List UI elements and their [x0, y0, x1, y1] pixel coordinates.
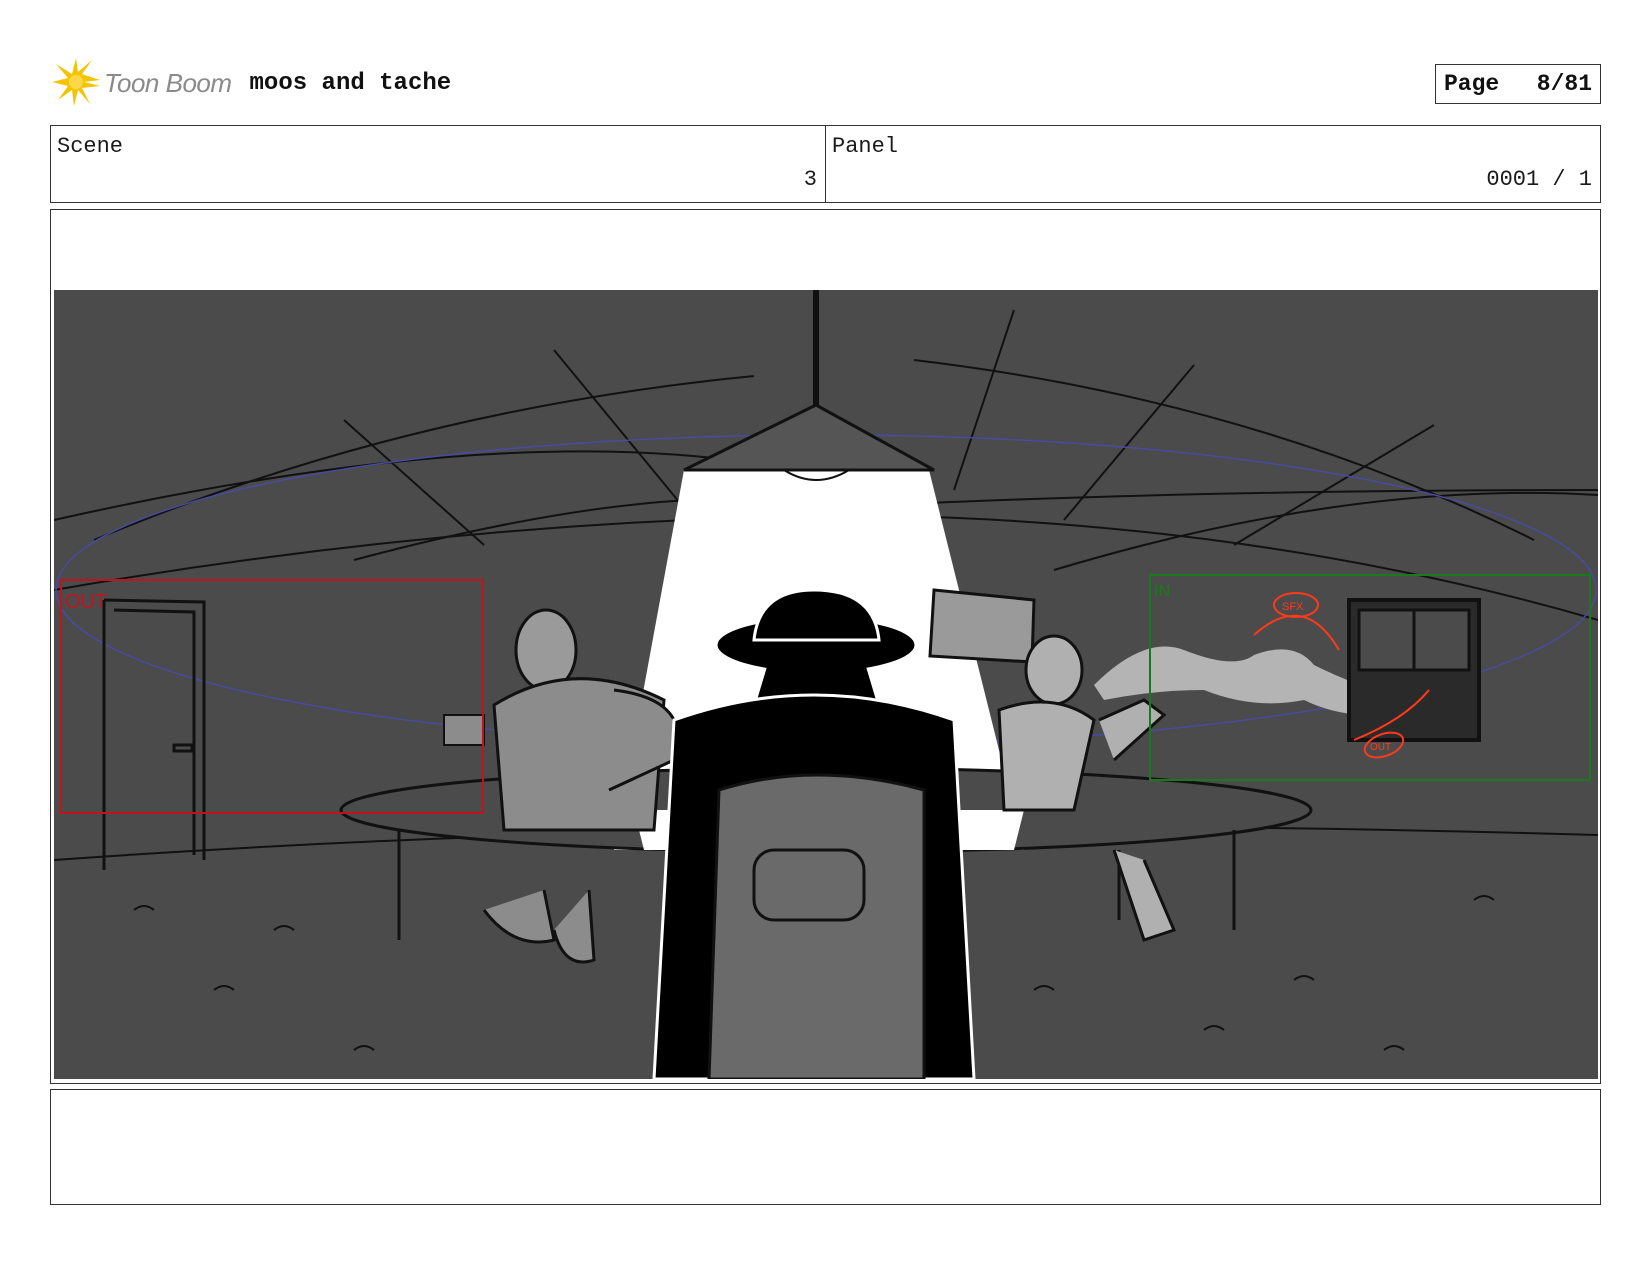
page-header: Toon Boom moos and tache — [52, 58, 451, 108]
page-counter: Page 8/81 — [1435, 64, 1601, 104]
notes-box — [50, 1089, 1601, 1205]
storyboard-sketch: OUT IN SFX OUT — [54, 290, 1598, 1079]
scene-panel-table: Scene 3 Panel 0001 / 1 — [50, 125, 1601, 203]
panel-label: Panel — [832, 134, 899, 159]
page-label: Page — [1444, 71, 1500, 97]
out-arrow-label: OUT — [1370, 742, 1391, 753]
page-value: 8/81 — [1536, 71, 1592, 97]
panel-cell: Panel 0001 / 1 — [825, 126, 1600, 202]
project-title: moos and tache — [249, 69, 452, 97]
toon-boom-logo: Toon Boom — [52, 58, 232, 108]
scene-cell: Scene 3 — [51, 126, 825, 202]
starburst-icon — [52, 58, 100, 106]
scene-label: Scene — [57, 134, 124, 159]
sfx-arrow — [1253, 614, 1340, 651]
panel-value: 0001 / 1 — [1486, 167, 1592, 192]
wall-picture — [928, 588, 1036, 664]
logo-text: Toon Boom — [104, 67, 232, 98]
window — [1347, 598, 1481, 742]
door — [102, 598, 206, 870]
storyboard-drawing: OUT IN SFX OUT — [54, 290, 1598, 1079]
lamp-shade — [683, 403, 935, 472]
out-frame-label: OUT — [65, 591, 107, 613]
scene-value: 3 — [803, 167, 817, 192]
in-frame-label: IN — [1154, 583, 1170, 600]
out-frame — [60, 579, 484, 814]
sfx-label: SFX — [1282, 601, 1304, 613]
